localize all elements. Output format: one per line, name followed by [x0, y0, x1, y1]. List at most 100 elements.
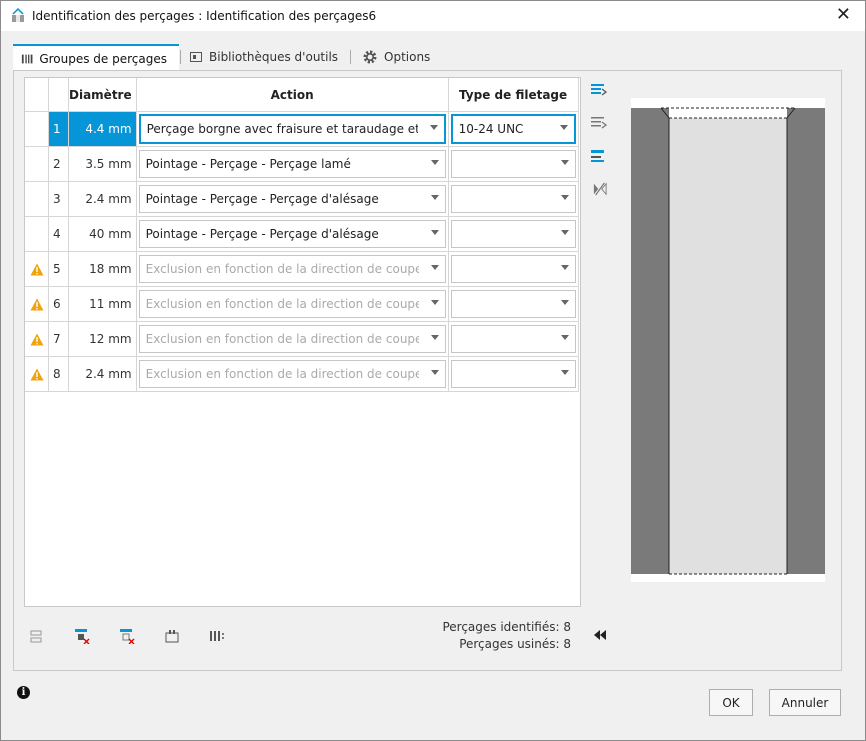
row-index: 6: [48, 286, 69, 322]
hole-recognition-icon: [12, 8, 24, 22]
warning-icon: [30, 333, 43, 346]
expand-rows-icon[interactable]: [591, 83, 607, 97]
warning-cell: [25, 251, 49, 287]
warning-icon: [30, 368, 43, 381]
tab-tool-libraries-label: Bibliothèques d'outils: [209, 50, 339, 64]
add-group-icon[interactable]: [29, 628, 45, 644]
tab-hole-groups[interactable]: Groupes de perçages: [13, 44, 179, 71]
dialog-window: Identification des perçages : Identifica…: [0, 0, 866, 741]
collapse-rows-icon[interactable]: [591, 116, 607, 130]
chevron-down-icon: [430, 300, 439, 305]
diameter-cell: 4.4 mm: [68, 111, 137, 147]
diameter-cell: 40 mm: [68, 216, 137, 252]
action-value: Exclusion en fonction de la direction de…: [145, 262, 419, 276]
table-row[interactable]: 6 11 mm Exclusion en fonction de la dire…: [25, 286, 579, 322]
tab-hole-groups-label: Groupes de perçages: [39, 51, 167, 66]
chevron-down-icon: [429, 125, 438, 130]
header-index[interactable]: [48, 78, 69, 112]
thread-type-dropdown[interactable]: [450, 150, 576, 178]
action-value: Exclusion en fonction de la direction de…: [145, 367, 419, 381]
table-row[interactable]: 8 2.4 mm Exclusion en fonction de la dir…: [25, 356, 579, 392]
row-index: 1: [48, 111, 69, 147]
diameter-cell: 3.5 mm: [68, 146, 137, 182]
info-icon[interactable]: i: [17, 686, 30, 699]
split-holes-icon[interactable]: [209, 628, 225, 644]
chevron-down-icon: [559, 125, 568, 130]
chevron-down-icon: [560, 160, 569, 165]
chevron-down-icon: [560, 195, 569, 200]
table-row[interactable]: 2 3.5 mm Pointage - Perçage - Perçage la…: [25, 146, 579, 182]
chevron-down-icon: [560, 265, 569, 270]
remove-filter-icon[interactable]: [74, 628, 90, 644]
action-value: Pointage - Perçage - Perçage d'alésage: [145, 227, 379, 241]
filter-rows-icon[interactable]: [591, 149, 607, 163]
chevron-down-icon: [430, 160, 439, 165]
hole-stats: Perçages identifiés: 8 Perçages usinés: …: [442, 619, 571, 653]
header-diameter[interactable]: Diamètre: [68, 78, 137, 112]
thread-type-dropdown[interactable]: [450, 255, 576, 283]
ok-button[interactable]: OK: [709, 689, 753, 716]
action-dropdown[interactable]: Pointage - Perçage - Perçage d'alésage: [138, 220, 446, 248]
header-warning: [25, 78, 49, 112]
chevron-down-icon: [560, 370, 569, 375]
close-icon[interactable]: ✕: [836, 5, 851, 25]
cancel-button[interactable]: Annuler: [769, 689, 841, 716]
chevron-down-icon: [430, 370, 439, 375]
thread-type-dropdown[interactable]: [450, 360, 576, 388]
warning-cell: [25, 146, 49, 182]
action-dropdown[interactable]: Exclusion en fonction de la direction de…: [138, 290, 446, 318]
diameter-cell: 12 mm: [68, 321, 137, 357]
action-dropdown[interactable]: Pointage - Perçage - Perçage lamé: [138, 150, 446, 178]
warning-cell: [25, 321, 49, 357]
row-index: 7: [48, 321, 69, 357]
hole-groups-table: ﹀ Diamètre Action Type de filetage 1 4.4…: [24, 77, 581, 607]
action-dropdown[interactable]: Exclusion en fonction de la direction de…: [138, 255, 446, 283]
table-row[interactable]: 3 2.4 mm Pointage - Perçage - Perçage d'…: [25, 181, 579, 217]
chevron-down-icon: [560, 230, 569, 235]
window-title: Identification des perçages : Identifica…: [32, 9, 377, 23]
diameter-cell: 18 mm: [68, 251, 137, 287]
thread-type-dropdown[interactable]: [450, 220, 576, 248]
thread-value: 10-24 UNC: [458, 122, 524, 136]
diameter-cell: 2.4 mm: [68, 356, 137, 392]
chevron-down-icon: [430, 335, 439, 340]
table-row[interactable]: 1 4.4 mm Perçage borgne avec fraisure et…: [25, 111, 579, 147]
action-value: Pointage - Perçage - Perçage d'alésage: [145, 192, 379, 206]
thread-type-dropdown[interactable]: [450, 185, 576, 213]
table-row[interactable]: 4 40 mm Pointage - Perçage - Perçage d'a…: [25, 216, 579, 252]
hole-preview: [631, 98, 825, 582]
thread-type-dropdown[interactable]: 10-24 UNC: [450, 114, 576, 144]
warning-cell: [25, 111, 49, 147]
warning-cell: [25, 181, 49, 217]
remove-tool-icon[interactable]: [119, 628, 135, 644]
row-index: 5: [48, 251, 69, 287]
title-bar: Identification des perçages : Identifica…: [1, 1, 865, 31]
header-thread-type[interactable]: Type de filetage: [448, 78, 579, 112]
table-row[interactable]: 7 12 mm Exclusion en fonction de la dire…: [25, 321, 579, 357]
header-action[interactable]: Action: [136, 78, 449, 112]
diameter-cell: 11 mm: [68, 286, 137, 322]
collapse-preview-icon[interactable]: [592, 629, 608, 641]
action-dropdown[interactable]: Perçage borgne avec fraisure et taraudag…: [138, 114, 446, 144]
tool-library-icon: [190, 52, 202, 62]
identified-count: Perçages identifiés: 8: [442, 620, 571, 634]
row-index: 2: [48, 146, 69, 182]
table-row[interactable]: 5 18 mm Exclusion en fonction de la dire…: [25, 251, 579, 287]
machined-count: Perçages usinés: 8: [459, 637, 571, 651]
tab-tool-libraries[interactable]: Bibliothèques d'outils: [189, 44, 338, 70]
hole-groups-icon: [21, 54, 33, 63]
thread-type-dropdown[interactable]: [450, 325, 576, 353]
chevron-down-icon: [560, 300, 569, 305]
chevron-down-icon: [430, 230, 439, 235]
tab-options[interactable]: Options: [362, 44, 430, 70]
action-dropdown[interactable]: Exclusion en fonction de la direction de…: [138, 325, 446, 353]
mirror-icon[interactable]: [591, 182, 609, 196]
row-index: 3: [48, 181, 69, 217]
tab-divider: [180, 50, 181, 64]
action-dropdown[interactable]: Exclusion en fonction de la direction de…: [138, 360, 446, 388]
thread-type-dropdown[interactable]: [450, 290, 576, 318]
action-dropdown[interactable]: Pointage - Perçage - Perçage d'alésage: [138, 185, 446, 213]
group-holes-icon[interactable]: [164, 628, 180, 644]
row-index: 8: [48, 356, 69, 392]
warning-cell: [25, 216, 49, 252]
